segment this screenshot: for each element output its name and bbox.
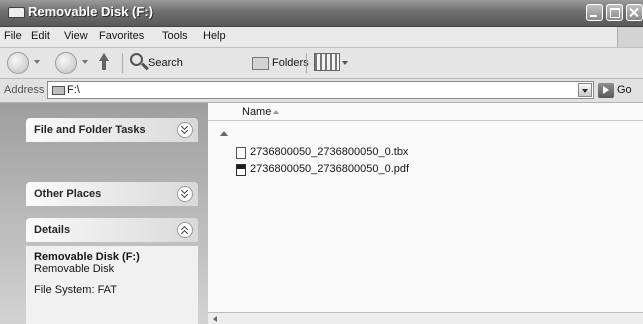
maximize-button[interactable] [606, 4, 623, 21]
menu-file[interactable]: File [4, 30, 22, 42]
details-drive-type: Removable Disk [34, 263, 115, 275]
up-folder-icon[interactable] [97, 53, 111, 71]
address-value[interactable]: F:\ [67, 84, 80, 96]
other-places-label: Other Places [34, 188, 102, 200]
minimize-button[interactable] [586, 4, 603, 21]
chevron-up-icon[interactable] [177, 222, 193, 238]
views-button[interactable] [314, 53, 352, 73]
details-drive-name: Removable Disk (F:) [34, 251, 140, 263]
close-button[interactable] [626, 4, 643, 21]
back-dropdown-icon[interactable] [34, 60, 40, 64]
file-and-folder-tasks-label: File and Folder Tasks [34, 124, 146, 136]
title-bar[interactable]: Removable Disk (F:) [0, 0, 643, 27]
chevron-down-icon[interactable] [177, 122, 193, 138]
go-arrow-icon[interactable] [598, 83, 614, 98]
toolbar-separator [306, 53, 307, 73]
menu-bar: File Edit View Favorites Tools Help [0, 27, 643, 48]
toolbar-separator [122, 53, 123, 73]
explorer-window: Removable Disk (F:) File Edit View Favor… [0, 0, 643, 324]
file-name[interactable]: 2736800050_2736800050_0.pdf [250, 163, 409, 175]
file-list: Name 2736800050_2736800050_0.tbx 2736800… [208, 103, 643, 324]
other-places-header[interactable]: Other Places [26, 182, 198, 206]
folders-icon[interactable] [252, 57, 269, 70]
details-header[interactable]: Details [26, 218, 198, 242]
window-title: Removable Disk (F:) [28, 4, 153, 19]
views-icon [314, 53, 340, 71]
address-dropdown-button[interactable] [578, 83, 592, 97]
menu-view[interactable]: View [64, 30, 88, 42]
folders-button[interactable]: Folders [272, 57, 309, 69]
collapse-arrow-icon[interactable] [220, 131, 228, 136]
chevron-down-icon[interactable] [177, 186, 193, 202]
details-file-system: File System: FAT [34, 284, 117, 296]
scroll-left-icon[interactable] [210, 313, 220, 324]
horizontal-scrollbar[interactable] [208, 312, 643, 324]
menu-help[interactable]: Help [203, 30, 226, 42]
address-label: Address [4, 84, 45, 96]
menu-edit[interactable]: Edit [31, 30, 50, 42]
pdf-file-icon [236, 164, 246, 176]
forward-dropdown-icon[interactable] [82, 60, 88, 64]
removable-disk-icon [8, 7, 25, 18]
back-icon[interactable] [7, 52, 29, 74]
search-icon[interactable] [130, 53, 143, 66]
file-name[interactable]: 2736800050_2736800050_0.tbx [250, 146, 408, 158]
details-label: Details [34, 224, 71, 236]
search-button[interactable]: Search [148, 57, 183, 69]
name-column-header[interactable]: Name [242, 106, 271, 118]
toolbar: Search Folders [0, 48, 643, 79]
address-field[interactable]: F:\ [47, 81, 594, 99]
list-header: Name [208, 103, 643, 121]
menu-tools[interactable]: Tools [162, 30, 188, 42]
details-panel: Removable Disk (F:) Removable Disk File … [26, 246, 198, 324]
removable-drive-icon [52, 86, 65, 95]
menu-favorites[interactable]: Favorites [99, 30, 144, 42]
forward-icon[interactable] [55, 52, 77, 74]
go-button[interactable]: Go [617, 84, 632, 96]
sort-ascending-icon [273, 110, 279, 114]
windows-logo-icon [617, 27, 643, 47]
tbx-file-icon [236, 147, 246, 159]
address-bar: Address F:\ Go [0, 79, 643, 103]
file-and-folder-tasks-header[interactable]: File and Folder Tasks [26, 118, 198, 142]
chevron-down-icon [342, 61, 348, 65]
